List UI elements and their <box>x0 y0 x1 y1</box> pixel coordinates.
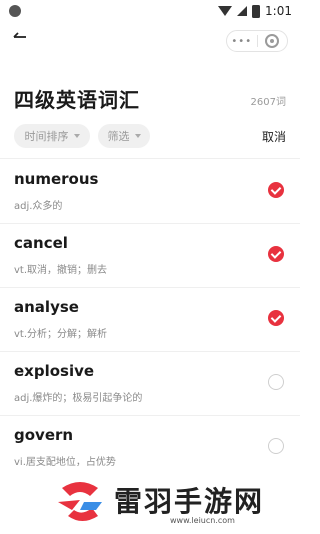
status-time: 1:01 <box>265 4 292 18</box>
watermark: 雷羽手游网 www.leiucn.com <box>50 478 280 530</box>
chevron-down-icon <box>134 134 141 138</box>
cancel-button[interactable]: 取消 <box>262 128 286 145</box>
word-row[interactable]: govern vi.居支配地位，占优势 <box>0 416 300 480</box>
brand-logo-icon <box>58 482 102 521</box>
mini-program-capsule: ••• <box>226 30 288 52</box>
battery-icon <box>252 4 261 18</box>
word-text: govern <box>14 426 74 444</box>
watermark-url: www.leiucn.com <box>170 516 235 525</box>
unchecked-checkbox-icon[interactable] <box>268 438 284 454</box>
word-text: analyse <box>14 298 79 316</box>
word-meaning: adj.众多的 <box>14 201 63 212</box>
target-icon <box>265 34 280 48</box>
unchecked-checkbox-icon[interactable] <box>268 374 284 390</box>
filter-label: 筛选 <box>107 130 130 143</box>
word-row[interactable]: cancel vt.取消，撤销；删去 <box>0 224 300 288</box>
checked-checkbox-icon[interactable] <box>268 310 284 326</box>
word-text: numerous <box>14 170 99 188</box>
sort-label: 时间排序 <box>24 130 69 143</box>
signal-icon <box>237 6 248 16</box>
word-count: 2607词 <box>250 97 286 108</box>
word-meaning: vt.分析；分解；解析 <box>14 329 108 340</box>
word-meaning: adj.爆炸的；极易引起争论的 <box>14 393 143 404</box>
divider <box>0 158 300 159</box>
page-title: 四级英语词汇 <box>14 88 140 112</box>
back-button[interactable] <box>12 29 34 49</box>
word-meaning: vt.取消，撤销；删去 <box>14 265 108 276</box>
word-text: explosive <box>14 362 95 380</box>
word-text: cancel <box>14 234 68 252</box>
filter-dropdown[interactable]: 筛选 <box>98 124 150 148</box>
checked-checkbox-icon[interactable] <box>268 182 284 198</box>
more-menu-button[interactable]: ••• <box>227 36 257 47</box>
word-row[interactable]: analyse vt.分析；分解；解析 <box>0 288 300 352</box>
back-arrow-icon <box>13 32 26 38</box>
word-row[interactable]: explosive adj.爆炸的；极易引起争论的 <box>0 352 300 416</box>
word-meaning: vi.居支配地位，占优势 <box>14 457 116 468</box>
wifi-icon <box>218 6 233 16</box>
chevron-down-icon <box>73 134 80 138</box>
camera-dot-icon <box>9 5 21 17</box>
close-miniapp-button[interactable] <box>258 34 288 48</box>
sort-dropdown[interactable]: 时间排序 <box>14 124 90 148</box>
word-row[interactable]: numerous adj.众多的 <box>0 160 300 224</box>
watermark-brand: 雷羽手游网 <box>114 485 265 518</box>
status-bar: 1:01 <box>0 0 300 24</box>
checked-checkbox-icon[interactable] <box>268 246 284 262</box>
status-right: 1:01 <box>218 4 292 18</box>
